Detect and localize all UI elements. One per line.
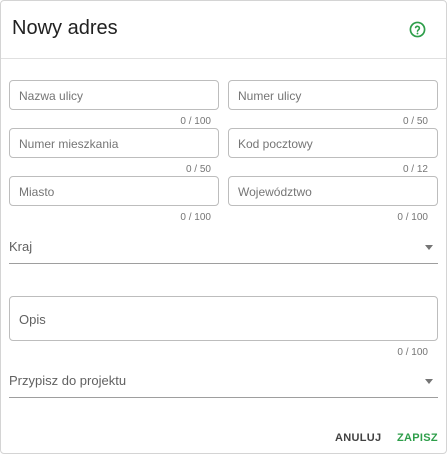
help-icon[interactable] xyxy=(409,21,426,38)
street-name-counter: 0 / 100 xyxy=(180,116,211,127)
voivodeship-field[interactable]: Województwo xyxy=(228,176,438,206)
new-address-dialog: Nowy adres Nazwa ulicy 0 / 100 Numer uli… xyxy=(0,0,447,454)
city-counter: 0 / 100 xyxy=(180,212,211,223)
postal-code-field[interactable]: Kod pocztowy xyxy=(228,128,438,158)
dialog-header: Nowy adres xyxy=(1,1,446,59)
chevron-down-icon xyxy=(425,379,433,384)
apartment-number-counter: 0 / 50 xyxy=(185,164,211,175)
voivodeship-placeholder: Województwo xyxy=(238,185,312,199)
project-select-label: Przypisz do projektu xyxy=(9,373,127,388)
description-field[interactable]: Opis xyxy=(9,296,438,341)
apartment-number-placeholder: Numer mieszkania xyxy=(19,137,119,151)
city-placeholder: Miasto xyxy=(19,185,55,199)
street-number-field[interactable]: Numer ulicy xyxy=(228,80,438,110)
description-counter: 0 / 100 xyxy=(397,347,428,358)
dialog-title: Nowy adres xyxy=(12,17,118,39)
street-name-placeholder: Nazwa ulicy xyxy=(19,89,84,103)
country-select-label: Kraj xyxy=(9,239,33,254)
postal-code-placeholder: Kod pocztowy xyxy=(238,137,313,151)
street-number-counter: 0 / 50 xyxy=(402,116,428,127)
project-select[interactable]: Przypisz do projektu xyxy=(9,368,438,398)
description-placeholder: Opis xyxy=(19,312,46,327)
voivodeship-counter: 0 / 100 xyxy=(397,212,428,223)
country-select[interactable]: Kraj xyxy=(9,234,438,264)
city-field[interactable]: Miasto xyxy=(9,176,219,206)
apartment-number-field[interactable]: Numer mieszkania xyxy=(9,128,219,158)
postal-code-counter: 0 / 12 xyxy=(402,164,428,175)
save-button[interactable]: ZAPISZ xyxy=(397,432,438,444)
chevron-down-icon xyxy=(425,245,433,250)
street-number-placeholder: Numer ulicy xyxy=(238,89,302,103)
street-name-field[interactable]: Nazwa ulicy xyxy=(9,80,219,110)
cancel-button[interactable]: ANULUJ xyxy=(335,432,381,444)
